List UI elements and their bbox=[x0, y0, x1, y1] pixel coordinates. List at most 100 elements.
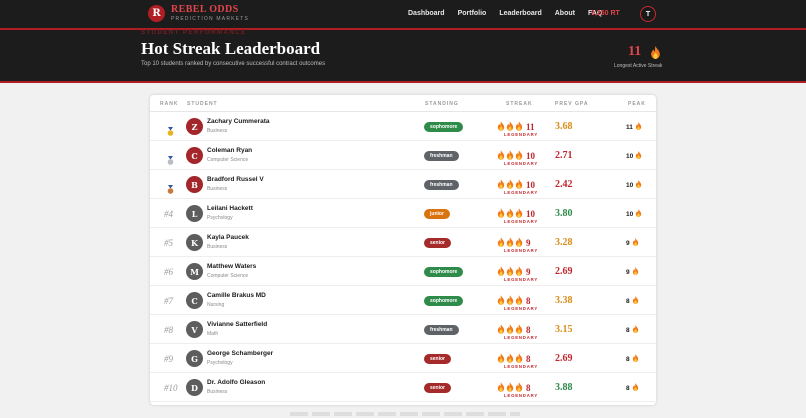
fire-icon bbox=[633, 180, 642, 190]
student-name[interactable]: Coleman Ryan bbox=[207, 147, 252, 154]
streak-value: 11 bbox=[526, 122, 535, 132]
streak-value: 8 bbox=[526, 383, 531, 393]
student-major: Business bbox=[207, 244, 228, 250]
brand[interactable]: R REBEL ODDS PREDICTION MARKETS bbox=[148, 5, 249, 22]
nav-link[interactable]: Portfolio bbox=[458, 10, 487, 17]
avatar: D bbox=[186, 379, 203, 396]
fire-icon bbox=[630, 325, 639, 335]
streak-value: 10 bbox=[526, 209, 535, 219]
rank-number: #7 bbox=[164, 296, 173, 306]
table-row[interactable]: #5 K Kayla Paucek Business senior 9 LEGENDARY 3… bbox=[150, 228, 656, 257]
standing-badge: sophomore bbox=[424, 267, 464, 277]
prev-gpa: 2.69 bbox=[555, 266, 573, 277]
student-major: Computer Science bbox=[207, 273, 249, 279]
standing-badge: junior bbox=[424, 209, 450, 219]
student-major: Business bbox=[207, 186, 228, 192]
rank-number: #5 bbox=[164, 238, 173, 248]
avatar: C bbox=[186, 147, 203, 164]
table-row[interactable]: #7 C Camille Brakus MD Nursing sophomore 8 LEG… bbox=[150, 286, 656, 315]
table-row[interactable]: #9 G George Schamberger Psychology senior 8 LE… bbox=[150, 344, 656, 373]
fire-icon bbox=[633, 209, 642, 219]
top-nav: R REBEL ODDS PREDICTION MARKETS Dashboar… bbox=[0, 0, 806, 28]
peak-streak: 8 bbox=[626, 354, 639, 364]
avatar: V bbox=[186, 321, 203, 338]
fire-icon bbox=[633, 151, 642, 161]
table-row[interactable]: #4 L Leilani Hackett Psychology junior 10 LEGE… bbox=[150, 199, 656, 228]
leaderboard-table: RANK STUDENT STANDING STREAK PREV GPA PE… bbox=[150, 95, 656, 405]
header-peak: PEAK bbox=[628, 101, 646, 107]
peak-streak: 10 bbox=[626, 180, 642, 190]
student-name[interactable]: Vivianne Satterfield bbox=[207, 321, 267, 328]
avatar: G bbox=[186, 350, 203, 367]
table-row[interactable]: #8 V Vivianne Satterfield Math freshman 8 LEGE… bbox=[150, 315, 656, 344]
silver-medal-icon bbox=[167, 152, 174, 170]
rank-number: #8 bbox=[164, 325, 173, 335]
table-row[interactable]: B Bradford Russel V Business freshman 10 LEGE… bbox=[150, 170, 656, 199]
peak-streak: 10 bbox=[626, 209, 642, 219]
fire-icon bbox=[630, 354, 639, 364]
streak-tag: LEGENDARY bbox=[504, 248, 539, 253]
prev-gpa: 2.69 bbox=[555, 353, 573, 364]
prev-gpa: 3.28 bbox=[555, 237, 573, 248]
student-name[interactable]: Matthew Waters bbox=[207, 263, 256, 270]
standing-badge: senior bbox=[424, 238, 452, 248]
longest-streak-label: Longest Active Streak bbox=[614, 63, 663, 69]
fire-icon bbox=[630, 296, 639, 306]
header-streak: STREAK bbox=[506, 101, 533, 107]
streak-value: 10 bbox=[526, 180, 535, 190]
header-standing: STANDING bbox=[425, 101, 459, 107]
avatar: K bbox=[186, 234, 203, 251]
student-major: Nursing bbox=[207, 302, 225, 308]
streak-tag: LEGENDARY bbox=[504, 190, 539, 195]
streak-tag: LEGENDARY bbox=[504, 161, 539, 166]
peak-value: 10 bbox=[626, 152, 634, 160]
nav-link[interactable]: About bbox=[555, 10, 575, 17]
streak-tag: LEGENDARY bbox=[504, 132, 539, 137]
peak-value: 10 bbox=[626, 181, 634, 189]
standing-badge: freshman bbox=[424, 151, 459, 161]
prev-gpa: 2.71 bbox=[555, 150, 573, 161]
fire-icon bbox=[630, 383, 639, 393]
peak-streak: 10 bbox=[626, 151, 642, 161]
student-name[interactable]: Dr. Adolfo Gleason bbox=[207, 379, 265, 386]
nav-link[interactable]: Dashboard bbox=[408, 10, 445, 17]
nav-link[interactable]: Leaderboard bbox=[499, 10, 541, 17]
streak-value: 8 bbox=[526, 325, 531, 335]
streak-tag: LEGENDARY bbox=[504, 219, 539, 224]
table-row[interactable]: Z Zachary Cummerata Business sophomore 11 LEG… bbox=[150, 112, 656, 141]
peak-streak: 11 bbox=[626, 122, 642, 132]
brand-logo: R bbox=[148, 5, 165, 22]
rank-number: #4 bbox=[164, 209, 173, 219]
header-prev-gpa: PREV GPA bbox=[555, 101, 589, 107]
student-name[interactable]: Kayla Paucek bbox=[207, 234, 249, 241]
rank-number: #9 bbox=[164, 354, 173, 364]
student-name[interactable]: Zachary Cummerata bbox=[207, 118, 270, 125]
page-title: Hot Streak Leaderboard bbox=[141, 39, 321, 58]
peak-streak: 8 bbox=[626, 296, 639, 306]
standing-badge: sophomore bbox=[424, 122, 464, 132]
prev-gpa: 3.15 bbox=[555, 324, 573, 335]
streak-value: 9 bbox=[526, 238, 531, 248]
student-name[interactable]: George Schamberger bbox=[207, 350, 273, 357]
rank-number: #6 bbox=[164, 267, 173, 277]
student-major: Business bbox=[207, 389, 228, 395]
fire-icon bbox=[650, 46, 661, 64]
peak-streak: 9 bbox=[626, 267, 639, 277]
standing-badge: senior bbox=[424, 383, 452, 393]
student-name[interactable]: Leilani Hackett bbox=[207, 205, 253, 212]
student-major: Math bbox=[207, 331, 219, 337]
streak-tag: LEGENDARY bbox=[504, 277, 539, 282]
streak-tag: LEGENDARY bbox=[504, 364, 539, 369]
avatar: C bbox=[186, 292, 203, 309]
student-name[interactable]: Bradford Russel V bbox=[207, 176, 264, 183]
user-avatar-button[interactable]: T bbox=[640, 6, 656, 22]
student-name[interactable]: Camille Brakus MD bbox=[207, 292, 266, 299]
table-row[interactable]: #10 D Dr. Adolfo Gleason Business senior 8 LEG… bbox=[150, 373, 656, 402]
table-row[interactable]: C Coleman Ryan Computer Science freshman 10 L… bbox=[150, 141, 656, 170]
page-subtitle: Top 10 students ranked by consecutive su… bbox=[141, 61, 326, 67]
streak-value: 9 bbox=[526, 267, 531, 277]
rank-number: #10 bbox=[164, 383, 178, 393]
table-row[interactable]: #6 M Matthew Waters Computer Science sophomo… bbox=[150, 257, 656, 286]
header-student: STUDENT bbox=[187, 101, 218, 107]
avatar: Z bbox=[186, 118, 203, 135]
